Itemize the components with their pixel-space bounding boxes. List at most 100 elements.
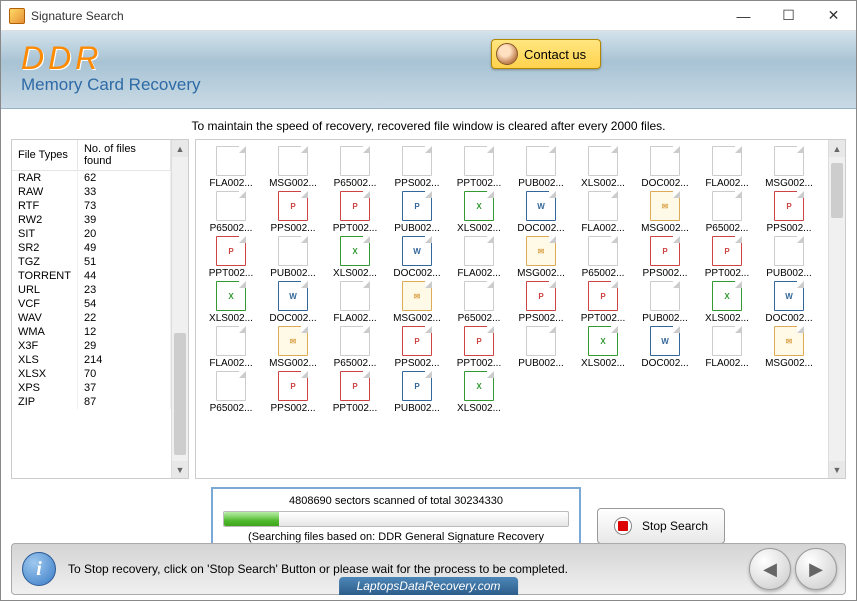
file-label: PPT002...: [326, 223, 384, 234]
scroll-thumb[interactable]: [831, 163, 843, 218]
file-item[interactable]: PUB002...: [510, 146, 572, 189]
file-item[interactable]: PUB002...: [510, 326, 572, 369]
table-row[interactable]: RAR62: [12, 171, 171, 186]
table-row[interactable]: WAV22: [12, 311, 171, 325]
table-row[interactable]: XLS214: [12, 353, 171, 367]
file-item[interactable]: WDOC002...: [386, 236, 448, 279]
file-item[interactable]: PPPT002...: [324, 371, 386, 414]
file-item[interactable]: PPPS002...: [634, 236, 696, 279]
table-row[interactable]: X3F29: [12, 339, 171, 353]
stop-search-button[interactable]: Stop Search: [597, 508, 725, 544]
file-item[interactable]: XXLS002...: [200, 281, 262, 324]
scroll-down-icon[interactable]: ▼: [829, 461, 845, 478]
file-item[interactable]: XXLS002...: [448, 191, 510, 234]
table-row[interactable]: URL23: [12, 283, 171, 297]
app-header: DDR Memory Card Recovery Contact us: [1, 31, 856, 109]
website-link[interactable]: LaptopsDataRecovery.com: [339, 577, 519, 595]
file-item[interactable]: P65002...: [200, 191, 262, 234]
file-item[interactable]: PPPS002...: [262, 371, 324, 414]
file-item[interactable]: ✉MSG002...: [758, 326, 820, 369]
scroll-down-icon[interactable]: ▼: [172, 461, 188, 478]
table-row[interactable]: XPS37: [12, 381, 171, 395]
scroll-thumb[interactable]: [174, 333, 186, 455]
file-icon: P: [712, 236, 742, 266]
table-row[interactable]: VCF54: [12, 297, 171, 311]
file-item[interactable]: PPPT002...: [200, 236, 262, 279]
files-scrollbar[interactable]: ▲ ▼: [828, 140, 845, 478]
file-item[interactable]: ✉MSG002...: [634, 191, 696, 234]
file-item[interactable]: PUB002...: [634, 281, 696, 324]
file-item[interactable]: PUB002...: [758, 236, 820, 279]
minimize-button[interactable]: —: [721, 1, 766, 30]
close-button[interactable]: ✕: [811, 1, 856, 30]
file-item[interactable]: WDOC002...: [758, 281, 820, 324]
table-row[interactable]: RAW33: [12, 185, 171, 199]
file-item[interactable]: P65002...: [324, 146, 386, 189]
table-row[interactable]: ZIP87: [12, 395, 171, 409]
file-item[interactable]: FLA002...: [200, 146, 262, 189]
file-item[interactable]: WDOC002...: [510, 191, 572, 234]
maximize-button[interactable]: ☐: [766, 1, 811, 30]
file-item[interactable]: FLA002...: [696, 146, 758, 189]
file-item[interactable]: XLS002...: [572, 146, 634, 189]
file-item[interactable]: PPPT002...: [324, 191, 386, 234]
file-item[interactable]: MSG002...: [262, 146, 324, 189]
file-icon: [464, 281, 494, 311]
file-label: PUB002...: [512, 178, 570, 189]
titlebar[interactable]: Signature Search — ☐ ✕: [1, 1, 856, 31]
file-item[interactable]: XXLS002...: [572, 326, 634, 369]
table-row[interactable]: RTF73: [12, 199, 171, 213]
file-item[interactable]: DOC002...: [634, 146, 696, 189]
file-item[interactable]: PPPT002...: [572, 281, 634, 324]
table-row[interactable]: WMA12: [12, 325, 171, 339]
file-item[interactable]: ✉MSG002...: [262, 326, 324, 369]
file-item[interactable]: PPPT002...: [448, 326, 510, 369]
file-item[interactable]: P65002...: [200, 371, 262, 414]
file-item[interactable]: P65002...: [448, 281, 510, 324]
file-item[interactable]: P65002...: [572, 236, 634, 279]
file-item[interactable]: P65002...: [696, 191, 758, 234]
file-item[interactable]: PPS002...: [386, 146, 448, 189]
file-item[interactable]: PPPS002...: [262, 191, 324, 234]
cell-type: SR2: [12, 241, 77, 255]
file-item[interactable]: FLA002...: [324, 281, 386, 324]
file-item[interactable]: PPT002...: [448, 146, 510, 189]
file-item[interactable]: PPPS002...: [510, 281, 572, 324]
table-row[interactable]: TORRENT44: [12, 269, 171, 283]
table-row[interactable]: TGZ51: [12, 255, 171, 269]
table-row[interactable]: XLSX70: [12, 367, 171, 381]
file-item[interactable]: WDOC002...: [634, 326, 696, 369]
file-item[interactable]: FLA002...: [200, 326, 262, 369]
table-row[interactable]: SR249: [12, 241, 171, 255]
table-scrollbar[interactable]: ▲ ▼: [171, 140, 188, 478]
back-button[interactable]: ◀: [749, 548, 791, 590]
scroll-up-icon[interactable]: ▲: [172, 140, 188, 157]
file-item[interactable]: FLA002...: [696, 326, 758, 369]
file-item[interactable]: ✉MSG002...: [386, 281, 448, 324]
file-item[interactable]: XXLS002...: [324, 236, 386, 279]
file-item[interactable]: PUB002...: [262, 236, 324, 279]
file-item[interactable]: PPUB002...: [386, 371, 448, 414]
file-item[interactable]: XXLS002...: [448, 371, 510, 414]
col-file-types[interactable]: File Types: [12, 140, 77, 171]
contact-us-button[interactable]: Contact us: [491, 39, 601, 69]
file-item[interactable]: PPPT002...: [696, 236, 758, 279]
table-row[interactable]: SIT20: [12, 227, 171, 241]
table-row[interactable]: RW239: [12, 213, 171, 227]
scroll-up-icon[interactable]: ▲: [829, 140, 845, 157]
forward-button[interactable]: ▶: [795, 548, 837, 590]
file-item[interactable]: FLA002...: [572, 191, 634, 234]
cell-type: URL: [12, 283, 77, 297]
file-item[interactable]: WDOC002...: [262, 281, 324, 324]
file-icon: [464, 146, 494, 176]
file-item[interactable]: PPPS002...: [758, 191, 820, 234]
file-item[interactable]: PPUB002...: [386, 191, 448, 234]
file-item[interactable]: ✉MSG002...: [510, 236, 572, 279]
col-count[interactable]: No. of files found: [77, 140, 170, 171]
file-item[interactable]: P65002...: [324, 326, 386, 369]
file-item[interactable]: PPPS002...: [386, 326, 448, 369]
file-item[interactable]: MSG002...: [758, 146, 820, 189]
file-item[interactable]: FLA002...: [448, 236, 510, 279]
cell-count: 23: [77, 283, 170, 297]
file-item[interactable]: XXLS002...: [696, 281, 758, 324]
